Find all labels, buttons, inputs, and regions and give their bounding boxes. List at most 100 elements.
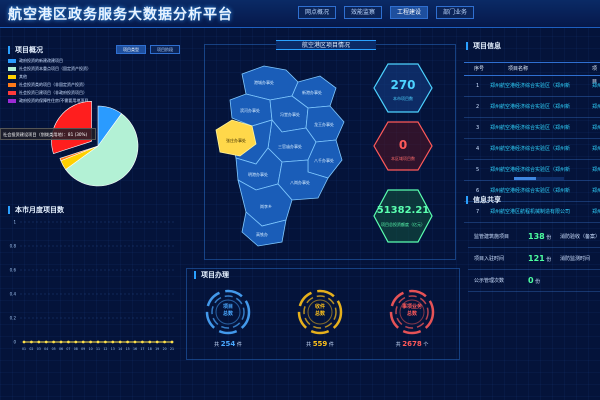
project-pie-chart[interactable] [40,96,180,196]
row-tag: 郑州 [592,209,600,215]
y-tick-label: 1 [13,220,16,225]
share-left-label: 公示管理次数 [474,278,505,284]
legend-swatch [8,83,16,87]
nav-tab-2[interactable]: 效能监察 [344,6,382,19]
y-tick-label: 0 [13,340,16,345]
project-row[interactable]: 2 郑州航空港经济综合实验区（郑州新 郑州 [464,97,600,118]
ring-center-label: 事项业务 总数 [401,304,422,317]
handling-ring-1: 项目 总数共 254 件 [204,288,252,348]
row-name[interactable]: 郑州航空港经济综合实验区（郑州新 [490,118,570,138]
pie-tooltip: 社会投资建设项目（划拨类用地）：81 (30%) [0,128,96,140]
project-row[interactable]: 1 郑州航空港经济综合实验区（郑州新 郑州 [464,76,600,97]
x-tick-label: 17 [140,347,144,351]
kpi-investment-label: 项目总投资额度（亿元） [381,222,425,227]
x-tick-label: 21 [170,347,174,351]
tab-project-stage[interactable]: 项目阶段 [150,45,180,54]
x-tick-label: 06 [59,347,63,351]
district-label: 冯堂办事处 [280,111,300,117]
table-scrollbar-thumb[interactable] [514,177,536,180]
row-name[interactable]: 郑州航空港经济综合实验区（郑州新 [490,76,570,96]
share-row: 监管建筑施项目 138 份 消防验收（备案） [468,226,600,248]
data-point [96,340,100,344]
district-label: 高铁办 [256,231,268,237]
ring-total-label: 共 2678 个 [395,340,429,348]
highlighted-district-label: 张庄办事处 [226,137,246,143]
share-value: 138 份 [528,226,551,249]
legend-swatch [8,75,16,79]
share-value: 0 份 [528,270,540,293]
district-label: 滨河办事处 [240,107,260,113]
data-point [22,340,26,344]
legend-swatch [8,59,16,63]
ring-total-number: 254 [220,340,236,348]
share-title: 信息共享 [466,196,501,204]
x-tick-label: 19 [155,347,159,351]
monthly-line-chart: 0 0.2 0.4 0.6 0.8 1 01 02 03 04 05 06 07 08 09 10 11 12 13… [10,220,176,351]
share-unit: 份 [546,235,552,241]
district-label: 明港办事处 [248,171,268,177]
x-tick-label: 20 [163,347,167,351]
data-point [67,340,70,344]
row-tag: 郑州 [592,125,600,131]
share-left-label: 监管建筑施项目 [474,234,510,240]
row-no: 7 [476,209,480,215]
ring-center-label: 收件 总数 [314,304,325,317]
kpi-region-label: 本区域项目数 [391,156,415,161]
share-right-label: 消防验收（备案） [560,234,600,240]
x-tick-label: 09 [81,347,85,351]
ring-total-label: 共 559 件 [306,340,334,348]
data-point [133,340,137,344]
row-tag: 郑州 [592,83,600,89]
row-name[interactable]: 郑州航空港经济综合实验区（郑州新 [490,181,570,201]
kpi-region-count: 0 [398,138,408,152]
share-value: 121 份 [528,248,551,271]
x-tick-label: 01 [22,347,26,351]
share-row: 项目入驻时间 121 份 消防监测时间 [468,248,600,270]
x-tick-label: 07 [66,347,70,351]
share-number: 0 [528,276,534,285]
project-row[interactable]: 3 郑州航空港经济综合实验区（郑州新 郑州 [464,118,600,139]
district-label: 新港办事处 [302,89,322,95]
row-name[interactable]: 郑州航空港经济综合实验区（郑州新 [490,97,570,117]
district-map[interactable]: 张庄办事处 港城办事处 新港办事处 滨河办事处 冯堂办事处 龙王办事处 三官庙办… [212,60,362,250]
data-point [37,340,41,344]
row-name[interactable]: 郑州航空港区航程机械制造有限公司 [490,202,570,222]
y-tick-label: 0.2 [10,316,17,321]
row-no: 1 [476,83,480,89]
project-row[interactable]: 4 郑州航空港经济综合实验区（郑州新 郑州 [464,139,600,160]
x-tick-label: 12 [103,347,107,351]
project-info-title: 项目信息 [466,42,501,50]
x-tick-label: 14 [118,347,122,351]
handling-ring-3: 事项业务 总数共 2678 个 [388,288,436,348]
handling-rings: 项目 总数共 254 件收件 总数共 559 件事项业务 总数共 2678 个 [186,282,460,352]
share-unit: 份 [535,279,541,285]
project-row[interactable]: 7 郑州航空港区航程机械制造有限公司 郑州 [464,202,600,223]
row-name[interactable]: 郑州航空港经济综合实验区（郑州新 [490,139,570,159]
x-tick-label: 18 [148,347,152,351]
nav-tab-1[interactable]: 网点概况 [298,6,336,19]
y-tick-label: 0.6 [10,268,17,273]
x-tick-label: 05 [52,347,56,351]
tab-project-type[interactable]: 项目类型 [116,45,146,54]
share-number: 138 [528,232,545,241]
legend-swatch [8,67,16,71]
nav-tab-3[interactable]: 工程建设 [390,6,428,19]
nav-tab-4[interactable]: 部门业务 [436,6,474,19]
x-tick-label: 04 [44,347,48,351]
data-point [141,340,144,344]
handling-ring-2: 收件 总数共 559 件 [296,288,344,348]
legend-item: 社会投资类的项目（非固定资产投资） [8,81,158,89]
share-list: 监管建筑施项目 138 份消防验收（备案） 项目入驻时间 121 份消防监测时间 公示管… [468,226,600,292]
col-name: 项目名称 [508,66,529,72]
data-point [74,340,78,344]
ring-center-label: 项目 总数 [222,304,233,317]
data-point [30,340,33,344]
monthly-chart-title: 本市月度项目数 [8,206,64,214]
district-label: 龙王办事处 [314,121,334,127]
share-right-label: 消防监测时间 [560,256,591,262]
table-scrollbar[interactable] [514,177,564,180]
x-tick-label: 08 [74,347,78,351]
overview-title: 项目概况 [8,46,43,54]
data-point [118,340,122,344]
row-no: 5 [476,167,480,173]
